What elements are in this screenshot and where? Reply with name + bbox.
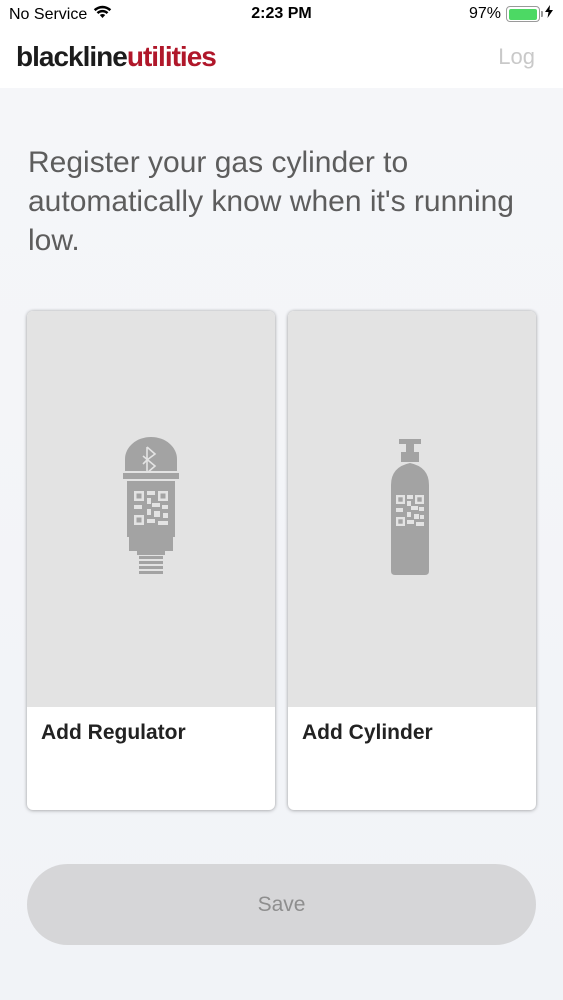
app-header: blacklineutilities Log [0, 30, 563, 88]
regulator-qr-icon [121, 436, 181, 582]
status-bar: No Service 2:23 PM 97% [0, 0, 563, 30]
register-screen: No Service 2:23 PM 97% blacklineutilitie… [0, 0, 563, 1000]
cylinder-image-area [288, 311, 536, 707]
add-regulator-card[interactable]: Add Regulator [27, 311, 275, 810]
regulator-image-area [27, 311, 275, 707]
cylinder-qr-icon [387, 437, 437, 582]
status-right: 97% [469, 5, 553, 23]
log-button[interactable]: Log [498, 44, 535, 70]
save-button[interactable]: Save [27, 864, 536, 945]
logo-text-utilities: utilities [126, 41, 217, 72]
blackline-utilities-logo: blacklineutilities [16, 41, 217, 73]
charging-bolt-icon [545, 5, 553, 23]
logo-text-blackline: blackline [16, 41, 128, 72]
battery-percent: 97% [468, 5, 501, 22]
add-cylinder-label: Add Cylinder [302, 721, 433, 744]
intro-text: Register your gas cylinder to automatica… [28, 146, 514, 257]
battery-fill [508, 8, 537, 20]
battery-icon [506, 6, 543, 22]
add-cylinder-card[interactable]: Add Cylinder [288, 311, 536, 810]
add-regulator-label: Add Regulator [41, 721, 186, 744]
